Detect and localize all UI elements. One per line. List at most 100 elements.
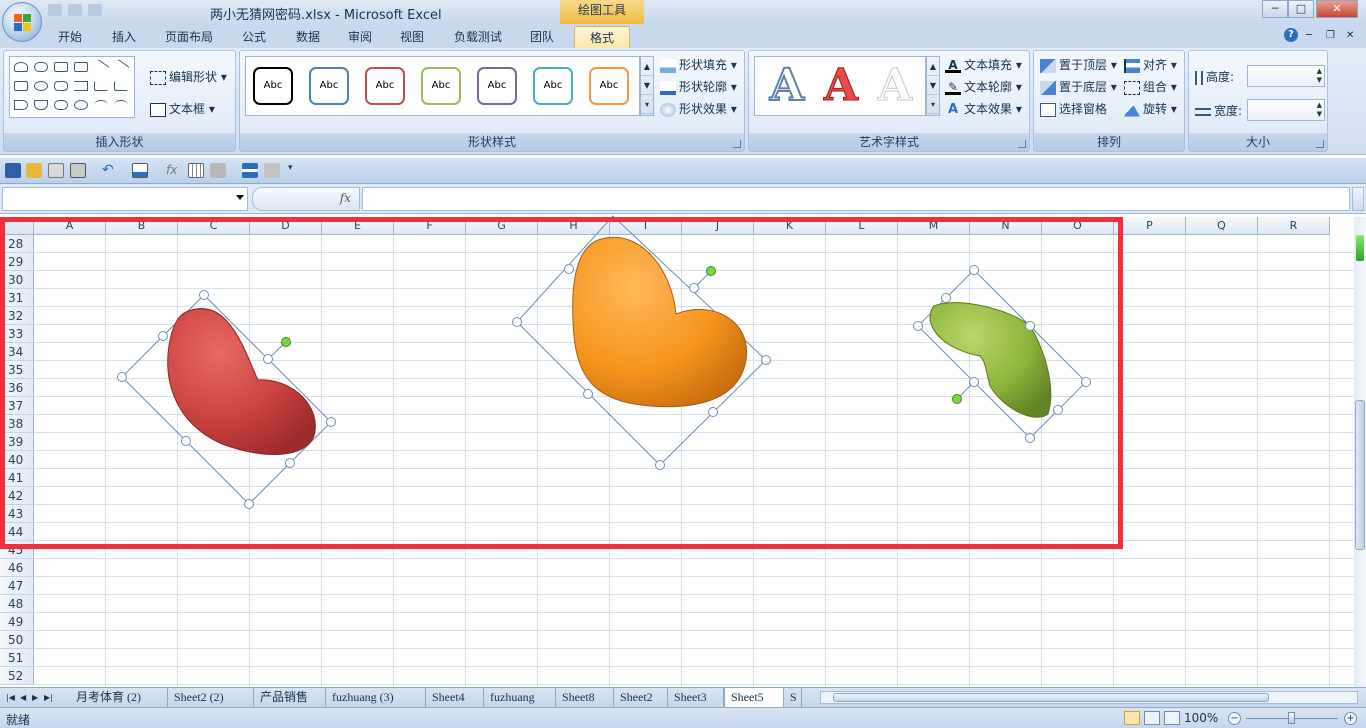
tab-format[interactable]: 格式 [574,26,630,48]
shape-effects-button[interactable]: 形状效果 ▾ [660,99,737,119]
size-launcher-icon[interactable] [1316,140,1324,148]
sheet-tab[interactable]: Sheet2 (2) [168,688,254,707]
sheet-tab[interactable]: Sheet4 [426,688,484,707]
maximize-button[interactable]: □ [1288,0,1314,18]
shape-style-swatch[interactable]: Abc [309,67,349,105]
sheet-tab[interactable]: 产品销售 [254,688,326,707]
print-preview-icon[interactable] [48,163,64,178]
save-icon[interactable] [48,4,62,16]
sheet-tab[interactable]: fuzhuang [484,688,556,707]
height-input[interactable]: ▲ ▼ [1247,65,1325,87]
shape-style-swatch[interactable]: Abc [253,67,293,105]
align-button[interactable]: 对齐 ▾ [1124,55,1177,75]
text-fill-button[interactable]: A 文本填充 ▾ [945,55,1022,75]
paste-icon[interactable] [210,163,226,178]
bring-to-front-button[interactable]: 置于顶层 ▾ [1040,55,1117,75]
vertical-scroll-thumb[interactable] [1355,400,1365,550]
zoom-out-button[interactable]: − [1228,712,1241,725]
ribbon-minimize-icon[interactable]: ─ [1306,26,1312,46]
name-box[interactable] [2,187,248,211]
row-header[interactable]: 47 [0,577,34,595]
column-header[interactable]: R [1258,217,1330,235]
shape-style-swatch[interactable]: Abc [477,67,517,105]
sheet-tab[interactable]: Sheet3 [668,688,724,707]
sheet-tab[interactable]: fuzhuang (3) [326,688,426,707]
open-folder-icon[interactable] [26,163,42,178]
wordart-gallery[interactable]: A A A [754,56,926,116]
table-icon[interactable] [188,163,204,178]
freeze-panes-icon[interactable] [242,163,258,178]
undo-icon[interactable]: ↶ [102,163,118,178]
customize-toolbar-icon[interactable]: ▾ [288,163,304,178]
shape-styles-launcher-icon[interactable] [733,140,741,148]
row-header[interactable]: 49 [0,613,34,631]
row-header[interactable]: 46 [0,559,34,577]
format-painter-icon[interactable] [132,163,148,178]
page-break-view-icon[interactable] [1164,711,1180,725]
sheet-tab[interactable]: Sheet8 [556,688,614,707]
wordart-sample-white[interactable]: A [871,60,919,111]
sort-icon[interactable] [264,163,280,178]
selection-pane-button[interactable]: 选择窗格 [1040,99,1107,119]
sheet-tab[interactable]: 月考体育 (2) [70,688,168,707]
expand-formula-bar-button[interactable] [1352,187,1364,211]
rotate-button[interactable]: 旋转 ▾ [1124,99,1177,119]
tab-load-test[interactable]: 负载测试 [446,26,510,48]
shape-fill-button[interactable]: 形状填充 ▾ [660,55,737,75]
shape-style-swatch[interactable]: Abc [589,67,629,105]
tab-review[interactable]: 审阅 [340,26,380,48]
wordart-sample-red[interactable]: A [817,60,865,111]
shape-styles-scroll[interactable]: ▲ ▼ ▾ [640,56,654,116]
zoom-slider[interactable] [1288,712,1295,724]
edit-shape-button[interactable]: 编辑形状 ▾ [150,67,227,87]
row-header[interactable]: 50 [0,631,34,649]
ribbon-close-icon[interactable]: ✕ [1346,26,1354,46]
sheet-tab[interactable]: Sheet2 [614,688,668,707]
prev-sheet-icon[interactable]: ◀ [20,692,29,703]
ribbon-restore-icon[interactable]: ❐ [1326,26,1335,46]
wordart-sample-outline[interactable]: A [763,60,811,112]
tab-team[interactable]: 团队 [522,26,562,48]
shape-outline-button[interactable]: 形状轮廓 ▾ [660,77,737,97]
formula-input[interactable] [362,187,1350,211]
print-icon[interactable] [70,163,86,178]
shape-style-swatch[interactable]: Abc [533,67,573,105]
function-icon[interactable]: fx [166,163,182,178]
last-sheet-icon[interactable]: ▶| [44,692,53,703]
row-header[interactable]: 52 [0,667,34,685]
column-header[interactable]: P [1114,217,1186,235]
group-button[interactable]: 组合 ▾ [1124,77,1177,97]
text-outline-button[interactable]: ✎ 文本轮廓 ▾ [945,77,1022,97]
close-button[interactable]: ✕ [1316,0,1358,18]
office-button[interactable] [2,2,42,42]
wordart-scroll[interactable]: ▲ ▼ ▾ [926,56,940,116]
tab-page-layout[interactable]: 页面布局 [158,26,220,48]
wordart-launcher-icon[interactable] [1018,140,1026,148]
normal-view-icon[interactable] [1124,711,1140,725]
redo-icon[interactable] [88,4,102,16]
width-input[interactable]: ▲ ▼ [1247,99,1325,121]
tab-view[interactable]: 视图 [392,26,432,48]
first-sheet-icon[interactable]: |◀ [6,692,15,703]
shape-style-swatch[interactable]: Abc [365,67,405,105]
tab-home[interactable]: 开始 [50,26,90,48]
row-header[interactable]: 48 [0,595,34,613]
row-header[interactable]: 51 [0,649,34,667]
insert-function-button[interactable]: fx [252,187,360,211]
tab-insert[interactable]: 插入 [104,26,144,48]
text-box-button[interactable]: 文本框 ▾ [150,99,215,119]
horizontal-scrollbar[interactable] [820,691,1358,704]
send-to-back-button[interactable]: 置于底层 ▾ [1040,77,1117,97]
page-layout-view-icon[interactable] [1144,711,1160,725]
horizontal-scroll-thumb[interactable] [833,693,1269,702]
split-handle[interactable] [1356,235,1364,261]
next-sheet-icon[interactable]: ▶ [32,692,41,703]
sheet-tab[interactable]: Sheet5 [724,688,784,707]
text-effects-button[interactable]: A 文本效果 ▾ [945,99,1022,119]
shape-styles-gallery[interactable]: Abc Abc Abc Abc Abc Abc Abc [245,56,640,116]
sheet-tab[interactable]: S [784,688,802,707]
tab-formulas[interactable]: 公式 [234,26,274,48]
vertical-scrollbar[interactable] [1354,217,1366,687]
minimize-button[interactable]: ─ [1262,0,1288,18]
zoom-level[interactable]: 100% [1184,711,1218,725]
